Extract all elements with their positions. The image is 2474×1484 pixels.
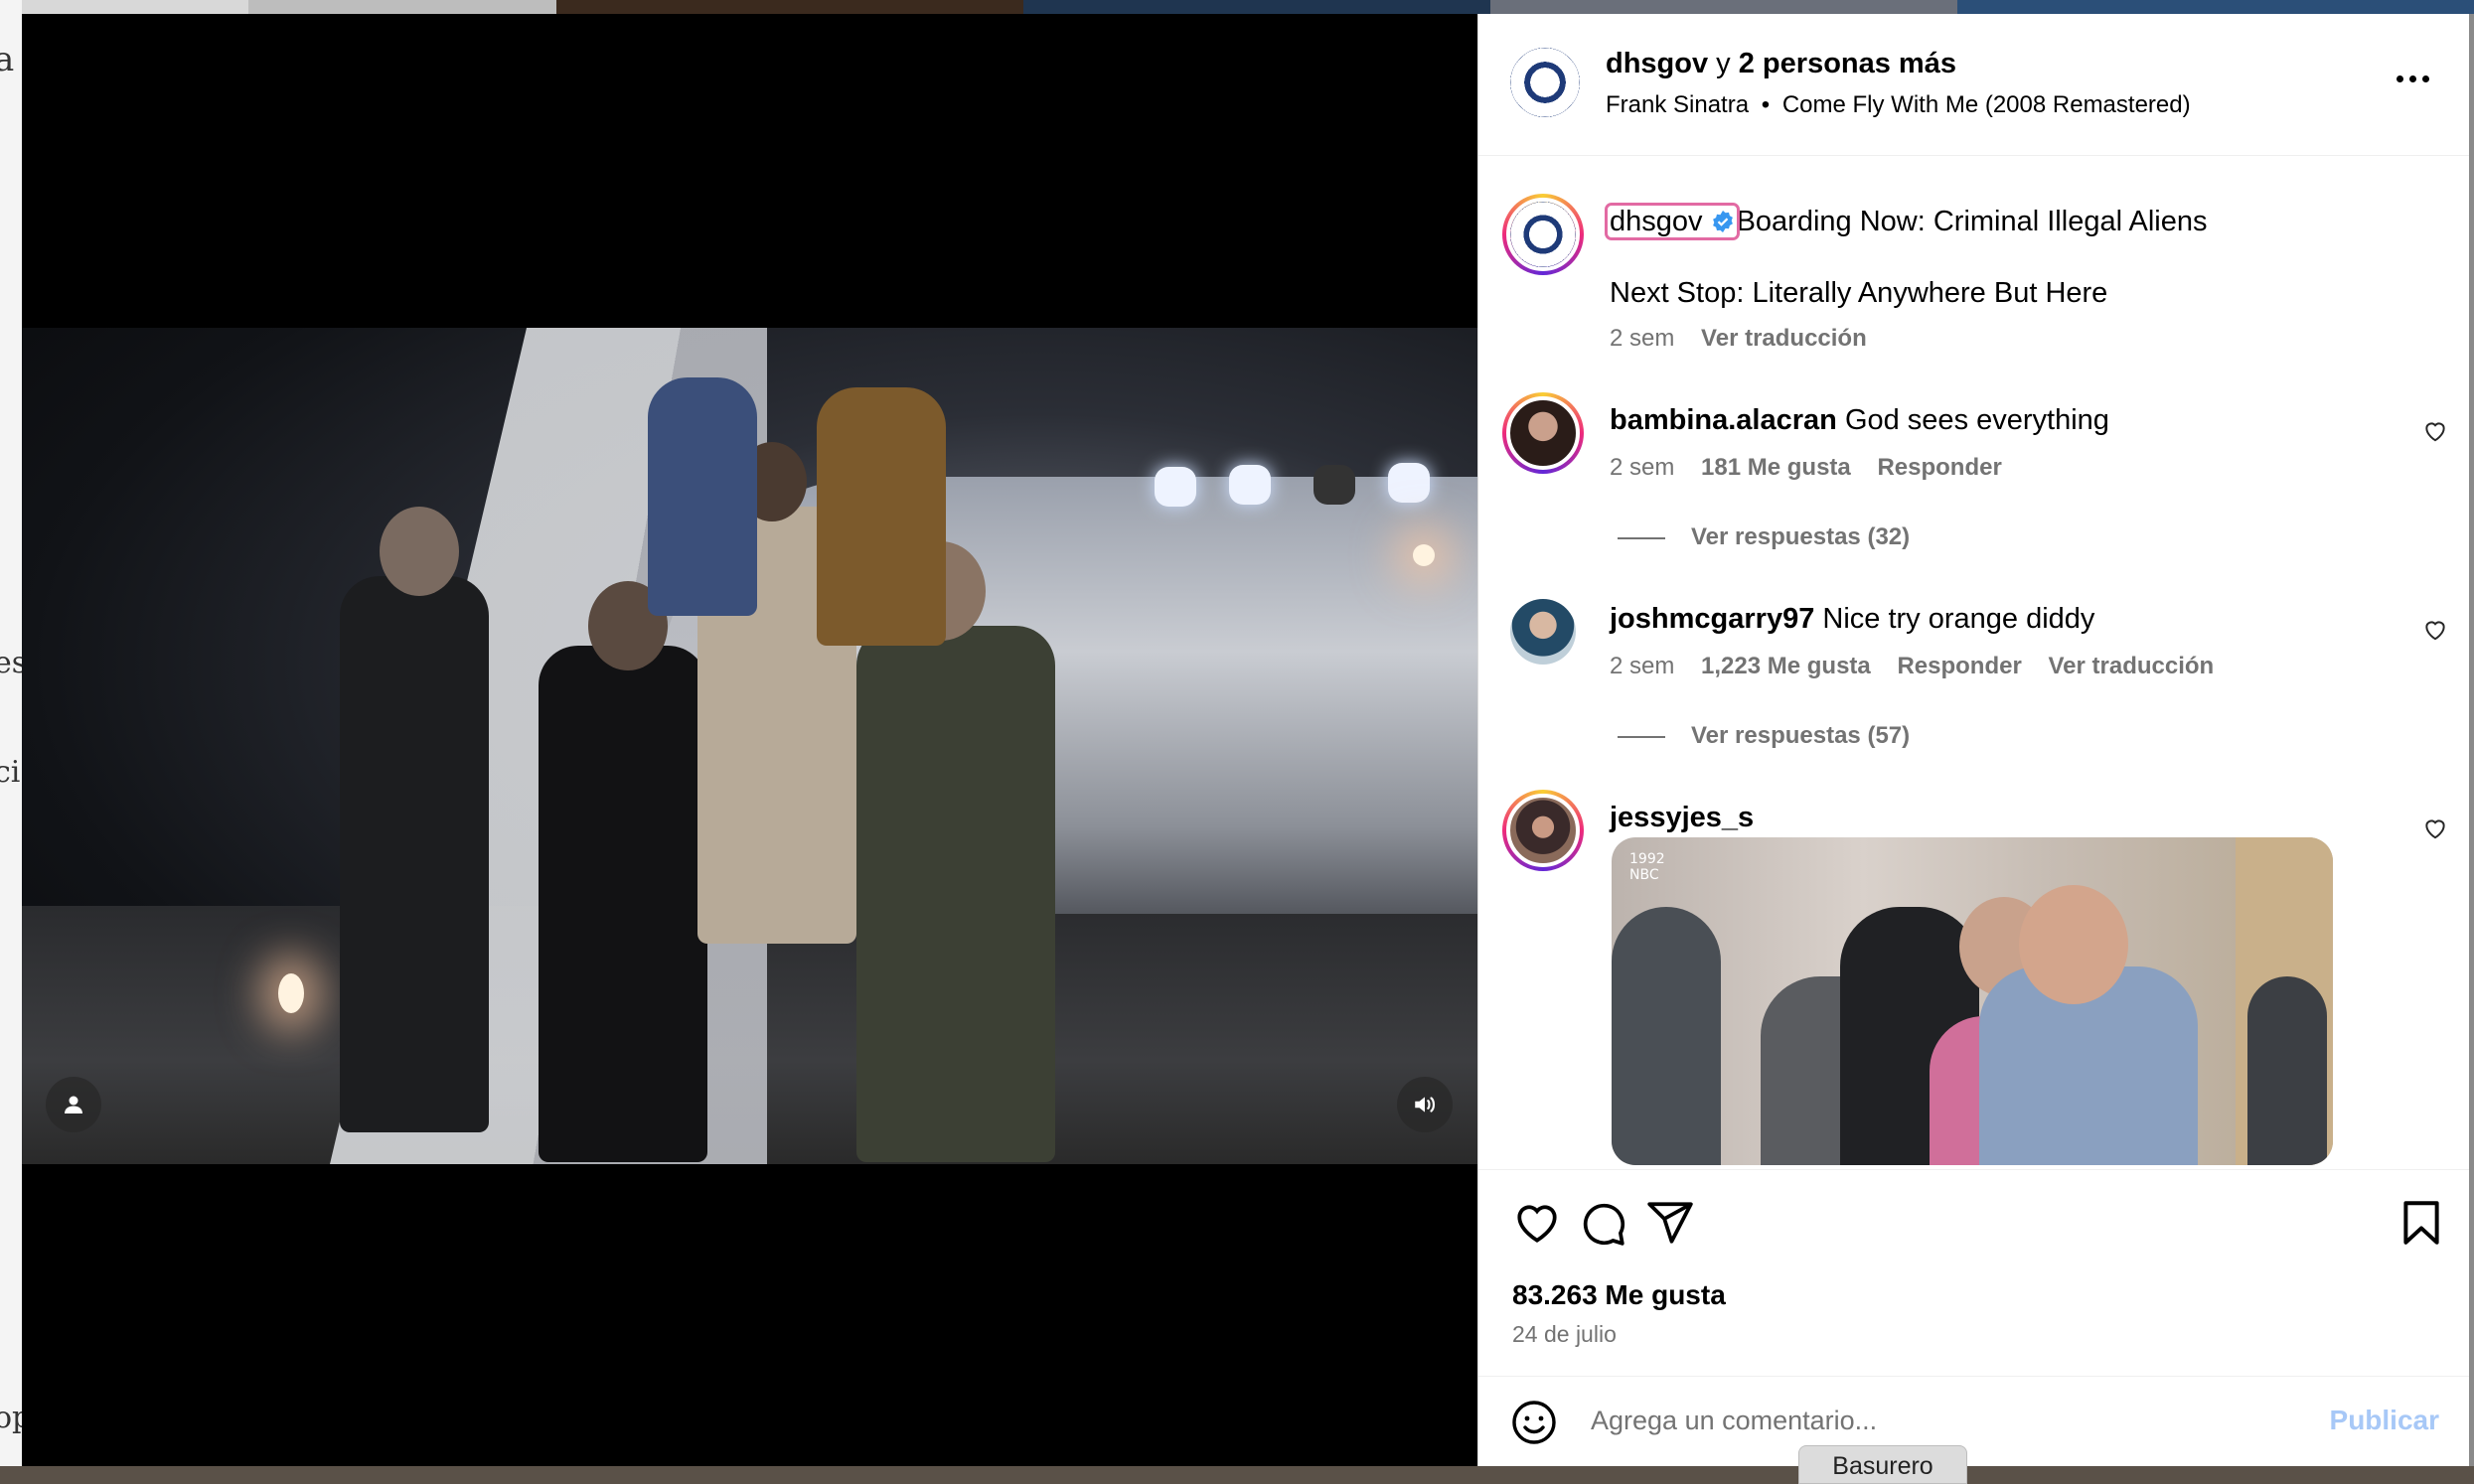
comment-gif[interactable]: 1992 NBC <box>1612 837 2333 1165</box>
comment-like-heart-icon[interactable] <box>2422 617 2448 643</box>
gif-year: 1992 <box>1629 851 1665 867</box>
background-feed-strip <box>0 0 2474 14</box>
music-info[interactable]: Frank Sinatra • Come Fly With Me (2008 R… <box>1606 91 2191 119</box>
coauthors-connector: y <box>1708 48 1739 79</box>
comment-meta: 2 sem 181 Me gusta Responder <box>1610 454 2002 482</box>
comment-like-heart-icon[interactable] <box>2422 418 2448 444</box>
comment-text: God sees everything <box>1844 404 2109 436</box>
comment-avatar[interactable] <box>1502 790 1584 871</box>
volume-icon <box>1415 1097 1436 1113</box>
more-icon <box>2397 75 2403 82</box>
bookmark-icon[interactable] <box>2397 1198 2446 1248</box>
post-media <box>22 14 1477 1466</box>
mute-button[interactable] <box>1397 1077 1453 1132</box>
user-icon <box>65 1096 82 1113</box>
music-artist: Frank Sinatra <box>1606 91 1750 118</box>
caption-line-2: Next Stop: Literally Anywhere But Here <box>1610 277 2108 309</box>
comment-avatar[interactable] <box>1502 392 1584 474</box>
view-replies-label: Ver respuestas (32) <box>1691 523 1911 550</box>
view-replies-button[interactable]: Ver respuestas (57) <box>1618 722 1910 750</box>
caption-text: Boarding Now: Criminal Illegal Aliens <box>1736 206 2208 237</box>
caption-username[interactable]: dhsgov <box>1610 206 1703 237</box>
post-side-panel: dhsgov y 2 personas más Frank Sinatra • … <box>1477 14 2469 1466</box>
view-replies-button[interactable]: Ver respuestas (32) <box>1618 523 1910 551</box>
comment-icon[interactable] <box>1578 1198 1627 1248</box>
trash-tooltip: Basurero <box>1798 1445 1967 1484</box>
caption-translate-link[interactable]: Ver traducción <box>1701 325 1867 352</box>
comment-meta: 2 sem 1,223 Me gusta Responder Ver tradu… <box>1610 653 2214 680</box>
view-replies-label: Ver respuestas (57) <box>1691 722 1911 749</box>
like-heart-icon[interactable] <box>1512 1198 1562 1248</box>
comments-list[interactable]: dhsgov Boarding Now: Criminal Illegal Al… <box>1478 156 2469 1169</box>
comment-body: joshmcgarry97 Nice try orange diddy <box>1610 603 2094 636</box>
comment-text: Nice try orange diddy <box>1822 603 2095 635</box>
comment-avatar[interactable] <box>1510 599 1576 665</box>
author-username[interactable]: dhsgov <box>1606 48 1708 79</box>
music-title: Come Fly With Me (2008 Remastered) <box>1781 91 2191 118</box>
share-icon[interactable] <box>1645 1198 1695 1248</box>
caption-username-wrap[interactable]: dhsgov <box>1605 203 1740 240</box>
tagged-users-button[interactable] <box>46 1077 101 1132</box>
likes-count[interactable]: 83.263 Me gusta <box>1512 1279 1726 1311</box>
publish-button[interactable]: Publicar <box>2330 1405 2439 1436</box>
comment-username[interactable]: jessyjes_s <box>1610 802 1754 834</box>
comment-username[interactable]: bambina.alacran <box>1610 404 1837 436</box>
comment-like-heart-icon[interactable] <box>2422 816 2448 841</box>
comment-likes[interactable]: 1,223 Me gusta <box>1701 653 1871 679</box>
caption-avatar[interactable] <box>1502 194 1584 275</box>
coauthors-link[interactable]: 2 personas más <box>1739 48 1956 79</box>
post-date[interactable]: 24 de julio <box>1512 1321 1617 1348</box>
comment-time[interactable]: 2 sem <box>1610 454 1674 481</box>
comment-likes[interactable]: 181 Me gusta <box>1701 454 1851 481</box>
post-header: dhsgov y 2 personas más Frank Sinatra • … <box>1478 14 2469 156</box>
caption-time[interactable]: 2 sem <box>1610 325 1674 352</box>
comment-translate-link[interactable]: Ver traducción <box>2048 653 2214 679</box>
more-options-button[interactable] <box>2397 75 2429 82</box>
comment-time[interactable]: 2 sem <box>1610 653 1674 679</box>
gif-badge: 1992 NBC <box>1629 851 1665 883</box>
verified-icon <box>1712 211 1733 232</box>
post-video[interactable] <box>22 328 1477 1164</box>
post-authors: dhsgov y 2 personas más <box>1606 48 1956 80</box>
background-feed-bottom <box>0 1466 2474 1484</box>
author-avatar[interactable] <box>1510 48 1580 117</box>
comment-reply-button[interactable]: Responder <box>1877 454 2001 481</box>
comment-input[interactable] <box>1591 1399 2286 1442</box>
comment-body: bambina.alacran God sees everything <box>1610 404 2109 437</box>
background-feed-left: a es ci op <box>0 0 22 1484</box>
post-actions: 83.263 Me gusta 24 de julio <box>1478 1169 2469 1376</box>
music-separator: • <box>1761 91 1771 118</box>
caption-meta: 2 sem Ver traducción <box>1610 325 1867 353</box>
gif-network: NBC <box>1629 867 1659 883</box>
caption-line-1: dhsgov Boarding Now: Criminal Illegal Al… <box>1605 203 2208 240</box>
comment-username[interactable]: joshmcgarry97 <box>1610 603 1814 635</box>
comment-reply-button[interactable]: Responder <box>1897 653 2021 679</box>
emoji-icon[interactable] <box>1510 1399 1558 1446</box>
comment-composer: Publicar <box>1478 1376 2469 1466</box>
